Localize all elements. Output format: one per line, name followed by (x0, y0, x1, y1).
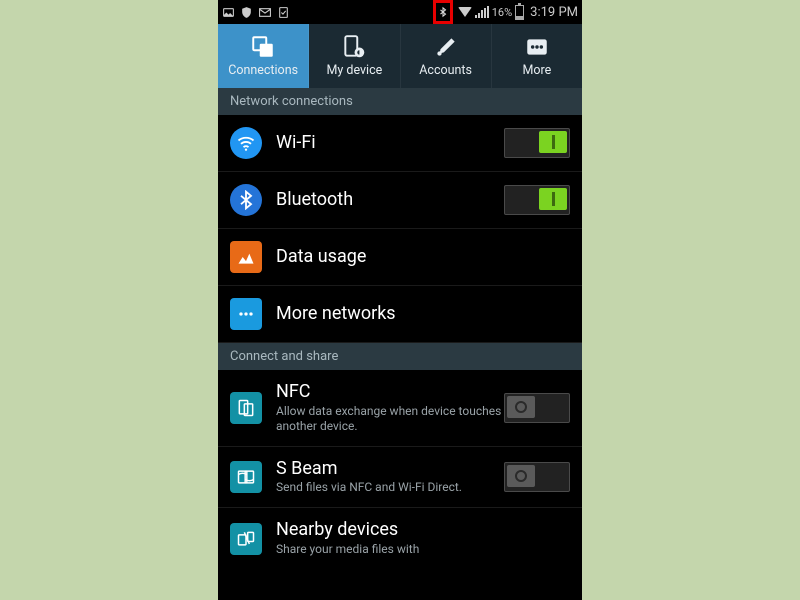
row-more-networks[interactable]: More networks (218, 286, 582, 343)
section-connect-and-share: Connect and share (218, 343, 582, 370)
row-nfc[interactable]: NFC Allow data exchange when device touc… (218, 370, 582, 447)
settings-tabs: Connections My device Accounts More (218, 24, 582, 88)
battery-pct: 16% (492, 6, 512, 19)
row-subtitle: Send files via NFC and Wi-Fi Direct. (276, 480, 504, 495)
row-bluetooth[interactable]: Bluetooth (218, 172, 582, 229)
my-device-icon (341, 34, 367, 60)
row-data-usage[interactable]: Data usage (218, 229, 582, 286)
section-network-connections: Network connections (218, 88, 582, 115)
status-bar: 16% 3:19 PM (218, 0, 582, 24)
signal-icon (475, 6, 489, 18)
tab-accounts[interactable]: Accounts (401, 24, 492, 88)
wifi-status-icon (458, 7, 472, 17)
tab-label: My device (326, 63, 382, 78)
clipboard-check-icon (277, 6, 290, 19)
section-label: Connect and share (230, 349, 338, 364)
row-title: S Beam (276, 459, 504, 480)
row-subtitle: Share your media files with (276, 542, 570, 557)
tab-connections[interactable]: Connections (218, 24, 309, 88)
row-subtitle: Allow data exchange when device touches … (276, 404, 504, 434)
nearby-devices-icon (230, 523, 262, 555)
connections-icon (250, 34, 276, 60)
phone-frame: 16% 3:19 PM Connections My device Accoun… (218, 0, 582, 600)
tab-label: More (522, 63, 551, 78)
accounts-icon (433, 34, 459, 60)
data-usage-icon (230, 241, 262, 273)
row-title: Bluetooth (276, 190, 504, 211)
clock: 3:19 PM (530, 5, 578, 20)
nfc-icon (230, 392, 262, 424)
tab-label: Connections (228, 63, 298, 78)
image-icon (222, 6, 235, 19)
battery-icon (515, 5, 524, 20)
row-title: NFC (276, 382, 504, 403)
row-nearby-devices[interactable]: Nearby devices Share your media files wi… (218, 508, 582, 569)
s-beam-toggle[interactable] (504, 462, 570, 492)
shield-icon (240, 6, 253, 19)
tab-my-device[interactable]: My device (309, 24, 400, 88)
row-title: Data usage (276, 247, 570, 268)
row-title: Nearby devices (276, 520, 570, 541)
tab-label: Accounts (419, 63, 472, 78)
bluetooth-icon (230, 184, 262, 216)
more-icon (524, 34, 550, 60)
bluetooth-toggle[interactable] (504, 185, 570, 215)
wifi-toggle[interactable] (504, 128, 570, 158)
row-title: Wi-Fi (276, 133, 504, 154)
mail-icon (258, 6, 272, 19)
bluetooth-status-highlight (433, 0, 453, 24)
s-beam-icon (230, 461, 262, 493)
wifi-icon (230, 127, 262, 159)
row-wifi[interactable]: Wi-Fi (218, 115, 582, 172)
nfc-toggle[interactable] (504, 393, 570, 423)
bluetooth-status-icon (438, 5, 448, 19)
tab-more[interactable]: More (492, 24, 582, 88)
more-networks-icon (230, 298, 262, 330)
row-s-beam[interactable]: S Beam Send files via NFC and Wi-Fi Dire… (218, 447, 582, 509)
section-label: Network connections (230, 94, 353, 109)
row-title: More networks (276, 304, 570, 325)
